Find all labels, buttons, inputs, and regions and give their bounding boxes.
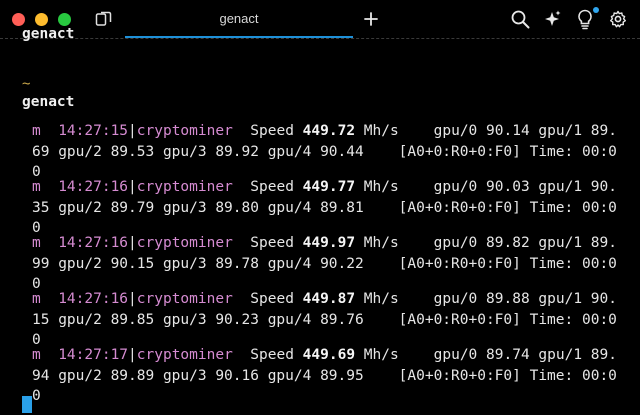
gear-icon[interactable] (609, 10, 627, 28)
output-entry: m 14:27:17|cryptominer Speed 449.69 Mh/s… (32, 347, 617, 404)
speed-unit: Mh/s (363, 123, 399, 139)
notification-dot (593, 7, 599, 13)
speed-value: 449.77 (302, 179, 356, 195)
log-level: m (32, 235, 41, 251)
log-time: 14:27:16 (58, 235, 129, 251)
ai-sparkle-icon[interactable] (543, 9, 563, 29)
speed-unit: Mh/s (363, 291, 399, 307)
terminal-cursor (22, 396, 32, 413)
speed-value: 449.97 (302, 235, 356, 251)
speed-label: Speed (250, 179, 294, 195)
log-time: 14:27:17 (58, 347, 129, 363)
zoom-window-button[interactable] (58, 13, 71, 26)
new-tab-icon[interactable] (364, 12, 378, 26)
log-time: 14:27:16 (58, 291, 129, 307)
speed-value: 449.72 (302, 123, 356, 139)
output-entry: m 14:27:16|cryptominer Speed 449.87 Mh/s… (32, 291, 617, 348)
tab-title: genact (219, 11, 259, 26)
prompt-command: genact (22, 94, 75, 110)
log-source: cryptominer (136, 179, 233, 195)
log-level: m (32, 291, 41, 307)
log-level: m (32, 123, 41, 139)
tabs-overview-icon[interactable] (95, 11, 113, 27)
close-window-button[interactable] (12, 13, 25, 26)
speed-unit: Mh/s (363, 235, 399, 251)
prompt-directory: ~ (22, 76, 31, 92)
log-time: 14:27:15 (58, 123, 129, 139)
output-entry: m 14:27:15|cryptominer Speed 449.72 Mh/s… (32, 123, 617, 180)
log-source: cryptominer (136, 291, 233, 307)
log-level: m (32, 347, 41, 363)
speed-label: Speed (250, 235, 294, 251)
log-source: cryptominer (136, 235, 233, 251)
tab-genact[interactable]: genact (125, 0, 353, 38)
log-source: cryptominer (136, 347, 233, 363)
title-bar: genact (0, 0, 640, 38)
speed-unit: Mh/s (363, 179, 399, 195)
output-entry: m 14:27:16|cryptominer Speed 449.77 Mh/s… (32, 179, 617, 236)
tab-bar-divider (0, 38, 640, 39)
log-time: 14:27:16 (58, 179, 129, 195)
speed-value: 449.87 (302, 291, 356, 307)
terminal-window: genact genact ~ genact m 14:27:15|crypto… (0, 0, 640, 415)
minimize-window-button[interactable] (35, 13, 48, 26)
output-entry: m 14:27:16|cryptominer Speed 449.97 Mh/s… (32, 235, 617, 292)
log-source: cryptominer (136, 123, 233, 139)
speed-value: 449.69 (302, 347, 356, 363)
speed-label: Speed (250, 347, 294, 363)
speed-unit: Mh/s (363, 347, 399, 363)
search-icon[interactable] (511, 10, 530, 29)
log-level: m (32, 179, 41, 195)
lightbulb-icon[interactable] (577, 9, 593, 30)
speed-label: Speed (250, 123, 294, 139)
speed-label: Speed (250, 291, 294, 307)
previous-command-text: genact (22, 26, 75, 42)
